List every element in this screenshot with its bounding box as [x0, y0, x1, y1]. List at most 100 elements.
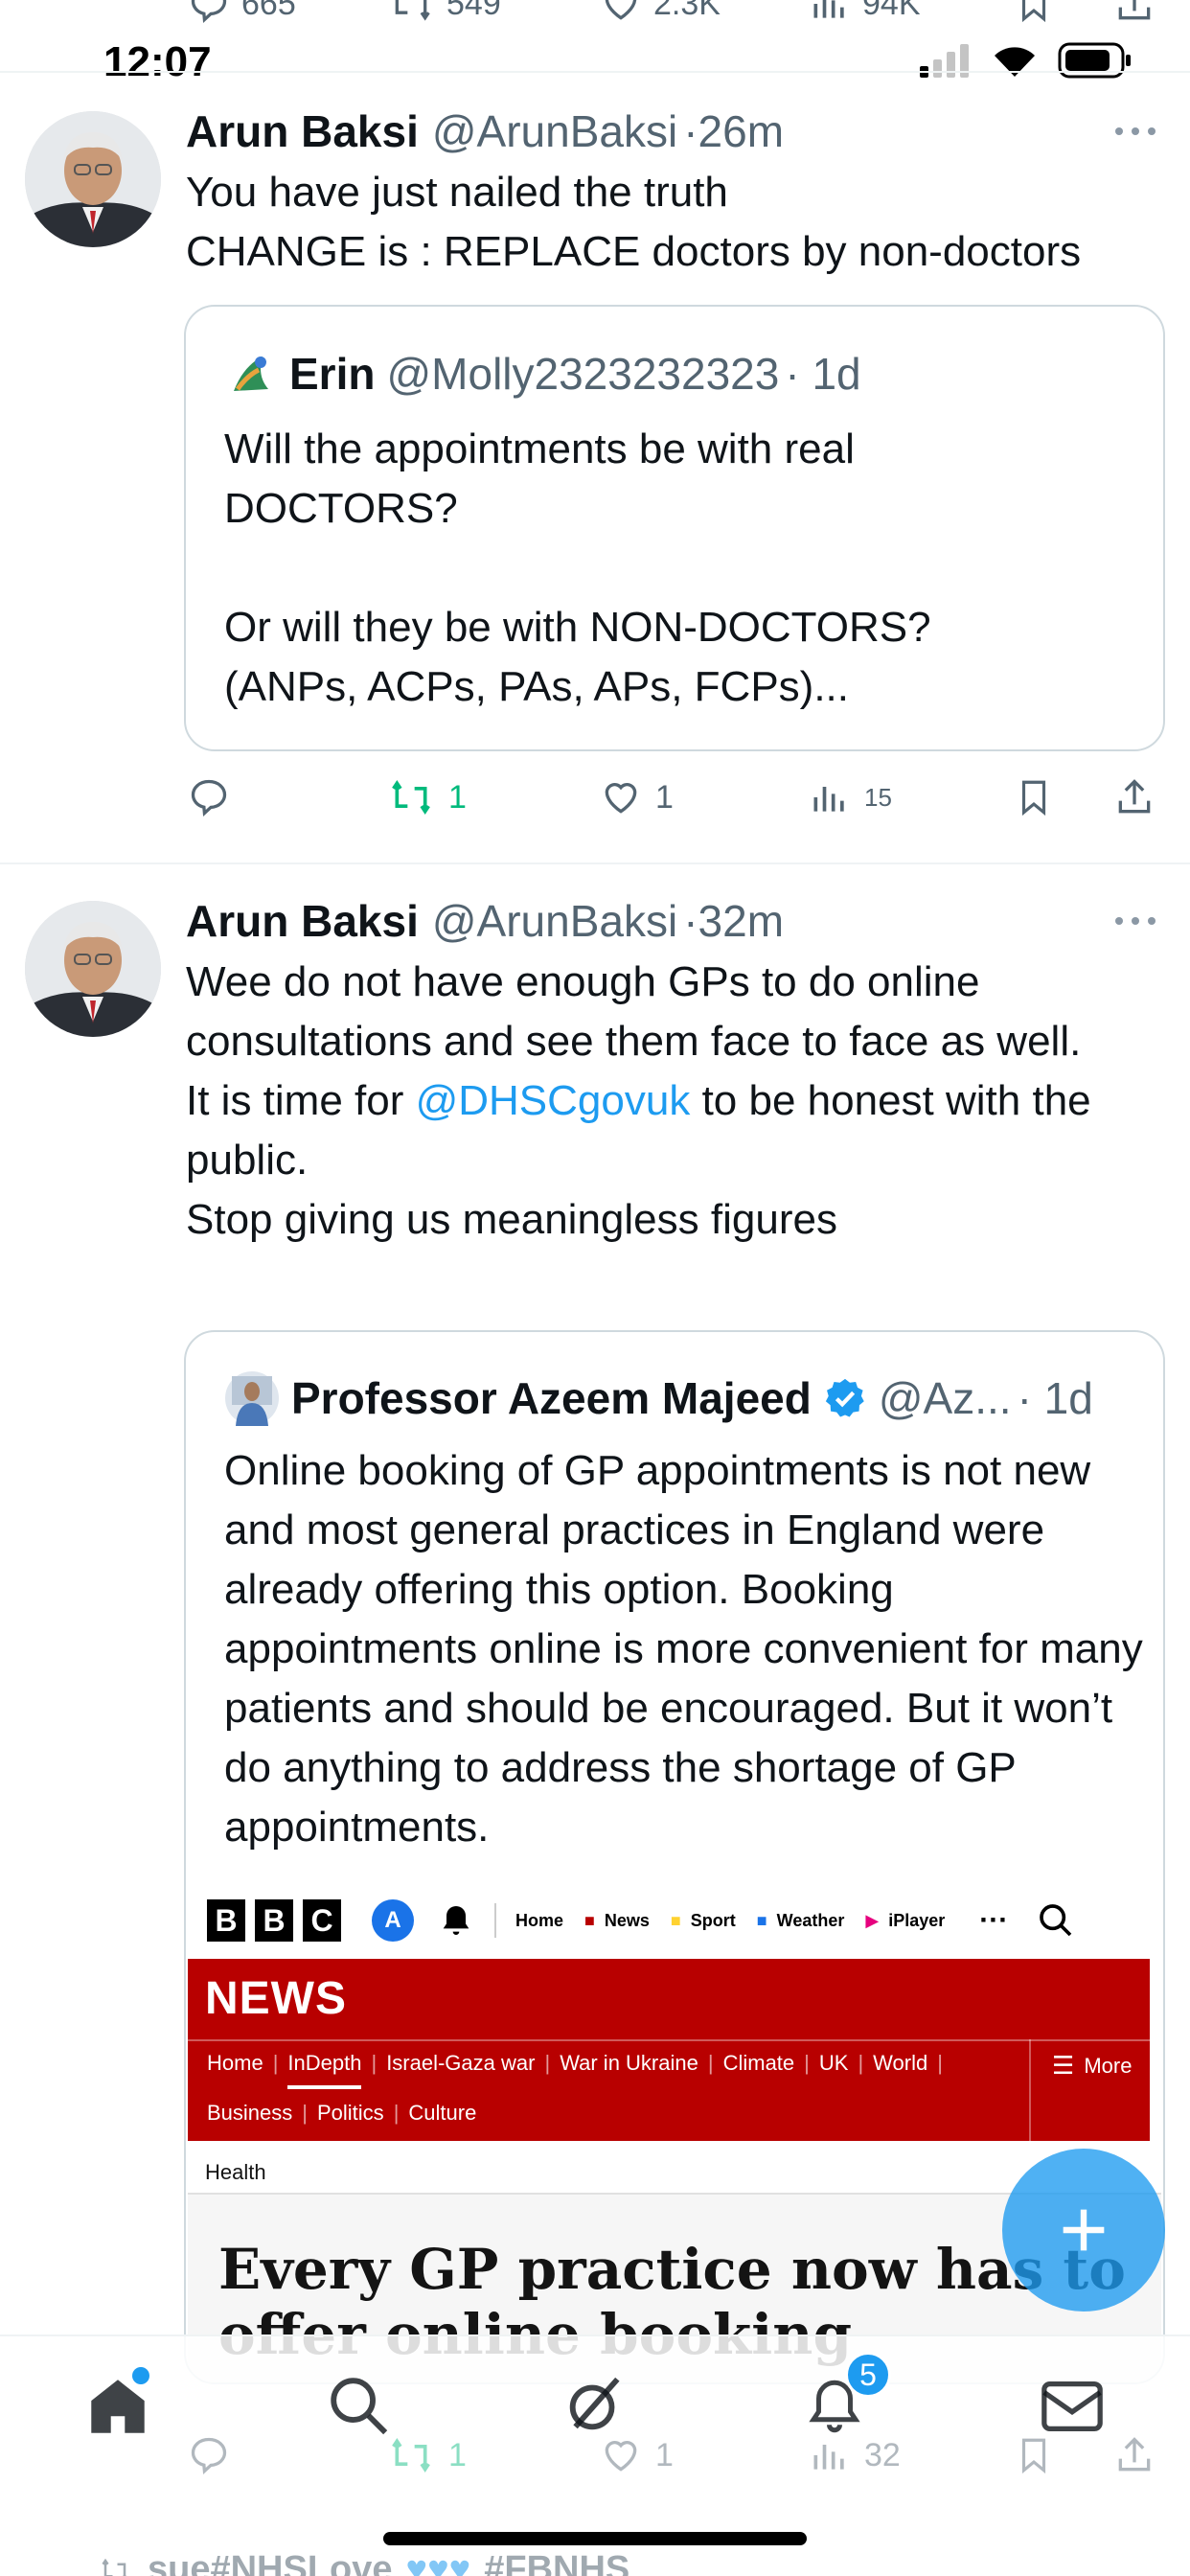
- bbc-nav-home: Home: [515, 1910, 564, 1930]
- search-icon: [1040, 1904, 1072, 1937]
- quoted-tweet-header: Erin @Molly2323232323 · 1d: [224, 347, 861, 401]
- avatar[interactable]: [25, 901, 161, 1037]
- notifications-badge: 5: [845, 2352, 891, 2398]
- bbc-section-link: Israel-Gaza war: [386, 2051, 536, 2075]
- retweet-icon: [392, 2438, 430, 2472]
- bbc-subsection-tab: Health: [205, 2160, 266, 2196]
- views-button[interactable]: 94K: [809, 0, 921, 25]
- more-options-button[interactable]: [1113, 107, 1157, 150]
- author-handle[interactable]: @ArunBaksi: [432, 105, 677, 157]
- retweet-button[interactable]: 1: [387, 776, 467, 818]
- quoted-author-name: Erin: [289, 349, 376, 399]
- author-name[interactable]: Arun Baksi: [186, 895, 419, 947]
- retweet-icon: [102, 2558, 127, 2576]
- bbc-nav-weather: Weather: [776, 1910, 845, 1930]
- mention-link[interactable]: @DHSCgovuk: [416, 1077, 691, 1124]
- tweet-time[interactable]: 32m: [698, 896, 784, 946]
- views-button[interactable]: 15: [809, 776, 892, 818]
- more-options-button[interactable]: [1113, 897, 1157, 940]
- wifi-icon: [995, 47, 1035, 77]
- account-badge: A: [372, 1899, 414, 1942]
- heart-icon: [605, 783, 637, 814]
- tab-notifications[interactable]: 5: [803, 2352, 891, 2443]
- retweet-button[interactable]: 1: [387, 2434, 467, 2476]
- separator-dot: ·: [785, 349, 800, 399]
- views-count: 15: [864, 782, 892, 812]
- share-icon: [1118, 0, 1151, 20]
- retweet-count: 1: [448, 2436, 467, 2473]
- share-button[interactable]: [1113, 2434, 1156, 2476]
- quoted-avatar: [225, 1371, 279, 1426]
- bookmark-button[interactable]: [1014, 0, 1054, 25]
- bbc-section-link: World: [873, 2051, 928, 2075]
- bbc-section-nav: Home | InDepth | Israel-Gaza war | War in U…: [207, 2051, 943, 2089]
- bookmark-icon: [1021, 780, 1046, 816]
- like-count: 1: [655, 778, 674, 816]
- tweet-text: Wee do not have enough GPs to do online …: [186, 953, 1154, 1250]
- quoted-author-handle: @Az...: [878, 1373, 1012, 1423]
- bbc-section-link: Home: [207, 2051, 263, 2075]
- tweet-actions: 1 1 15: [0, 776, 1190, 824]
- like-button[interactable]: 1: [600, 776, 674, 818]
- quoted-time: 1d: [812, 349, 861, 399]
- bookmark-button[interactable]: [1014, 776, 1054, 818]
- battery-icon: [1058, 42, 1131, 79]
- reply-button[interactable]: [188, 776, 230, 818]
- author-handle[interactable]: @ArunBaksi: [432, 895, 677, 947]
- next-tweet-peek: sue#NHSLove ♥♥♥ #FBNHS: [96, 2549, 629, 2576]
- quoted-author-handle: @Molly2323232323: [386, 349, 780, 399]
- tab-search[interactable]: [324, 2371, 391, 2443]
- author-name[interactable]: Arun Baksi: [186, 105, 419, 157]
- search-icon: [331, 2378, 388, 2435]
- bbc-section-link: Culture: [408, 2101, 477, 2125]
- reply-button[interactable]: 665: [188, 0, 296, 25]
- share-button[interactable]: [1113, 0, 1156, 25]
- bbc-section-title: NEWS: [205, 1973, 347, 2024]
- iplayer-icon: ▶: [865, 1910, 880, 1930]
- bbc-article-image[interactable]: B B C A Home ■ News ■ Sport ■ Weather ▶ …: [188, 1882, 1161, 2382]
- quoted-text: Will the appointments be with real DOCTO…: [224, 426, 931, 710]
- bbc-section-link: Business: [207, 2101, 293, 2125]
- more-divider: [1029, 2039, 1031, 2141]
- blue-heart-icons: ♥♥♥: [405, 2549, 471, 2576]
- avatar-photo: [25, 901, 161, 1037]
- tab-grok[interactable]: [561, 2371, 629, 2443]
- avatar[interactable]: [25, 111, 161, 247]
- views-count: 32: [864, 2436, 901, 2473]
- share-button[interactable]: [1113, 776, 1156, 818]
- separator-dot: ·: [683, 106, 698, 156]
- bbc-nav-sport: Sport: [690, 1910, 736, 1930]
- bbc-section-link: UK: [818, 2051, 849, 2075]
- reply-button[interactable]: [188, 2434, 230, 2476]
- weather-icon: ■: [756, 1910, 767, 1930]
- previous-tweet-actions: 665 549 2.3K 94K: [0, 0, 1190, 40]
- retweet-count: 549: [446, 0, 501, 22]
- grok-icon: [569, 2377, 620, 2430]
- retweet-icon: [395, 0, 430, 21]
- separator-dot: ·: [1017, 1373, 1032, 1423]
- bookmark-icon: [1021, 0, 1046, 23]
- bbc-more-label: More: [1084, 2053, 1133, 2078]
- tab-messages[interactable]: [1039, 2375, 1106, 2443]
- quoted-time: 1d: [1043, 1373, 1093, 1423]
- verified-badge-icon: [825, 1378, 864, 1417]
- quoted-tweet[interactable]: Erin @Molly2323232323 · 1d Will the appo…: [184, 305, 1165, 751]
- quoted-tweet-header: Professor Azeem Majeed @Az... · 1d: [224, 1370, 1093, 1426]
- bbc-masthead: B B C A Home ■ News ■ Sport ■ Weather ▶ …: [188, 1882, 1161, 1959]
- bbc-nav-iplayer: iPlayer: [888, 1910, 946, 1930]
- like-count: 2.3K: [653, 0, 721, 22]
- retweet-count: 1: [448, 778, 467, 816]
- retweet-button[interactable]: 549: [387, 0, 501, 25]
- tweet-text: You have just nailed the truth CHANGE is…: [186, 169, 1082, 275]
- tweet-time[interactable]: 26m: [698, 106, 784, 156]
- more-icon: [1115, 127, 1156, 135]
- views-count: 94K: [862, 0, 921, 22]
- tweet-header: Arun Baksi @ArunBaksi ·26m: [186, 105, 784, 157]
- avatar-photo: [25, 111, 161, 247]
- masthead-divider: [494, 1903, 496, 1938]
- heart-icon: [605, 0, 637, 20]
- compose-button[interactable]: [1002, 2149, 1165, 2312]
- tab-home[interactable]: [84, 2367, 151, 2445]
- bbc-news-banner: NEWS Home | InDepth | Israel-Gaza war | War…: [188, 1959, 1150, 2141]
- like-button[interactable]: 2.3K: [600, 0, 721, 25]
